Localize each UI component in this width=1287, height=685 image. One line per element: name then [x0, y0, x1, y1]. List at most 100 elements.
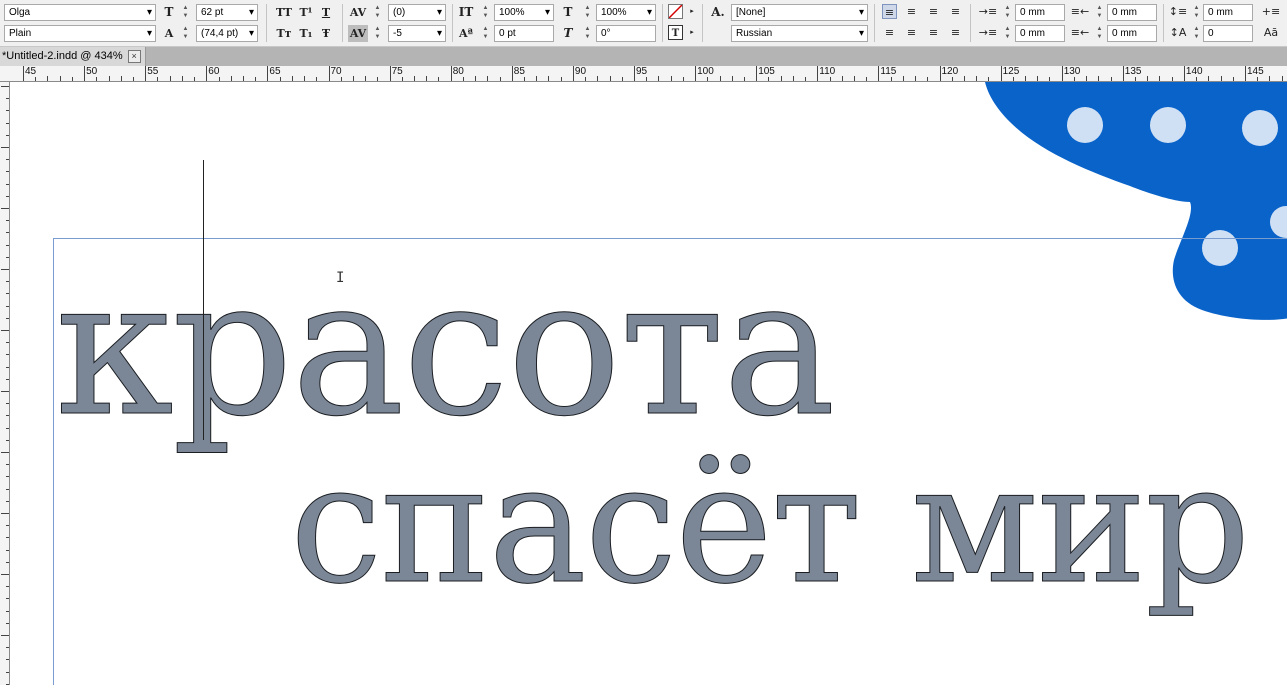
justify-left-icon[interactable]: ≡ [882, 25, 897, 40]
separator [702, 4, 703, 42]
close-icon[interactable]: × [127, 50, 141, 63]
drop-cap-spinner[interactable]: ▲ ▼ [1192, 25, 1201, 42]
headline-line-2[interactable]: спасёт мир [289, 436, 1250, 612]
horizontal-scale-spinner[interactable]: ▲ ▼ [583, 4, 592, 21]
vertical-ruler[interactable] [0, 82, 10, 685]
ruler-minor-tick [499, 77, 501, 81]
leading-spinner[interactable]: ▲ ▼ [181, 25, 190, 42]
ruler-minor-tick [768, 77, 770, 81]
document-canvas[interactable]: красота спасёт мир I [10, 82, 1287, 685]
font-family-dropdown[interactable]: Olga [4, 4, 156, 21]
ruler-minor-tick [1159, 76, 1161, 81]
stroke-menu-arrow-icon[interactable]: ▸ [687, 25, 697, 40]
ruler-minor-tick [536, 76, 538, 81]
justify-icon[interactable]: ≡ [948, 4, 963, 19]
language-dropdown[interactable]: Russian [731, 25, 868, 42]
paragraph-spacing-icon[interactable]: +≡ [1260, 4, 1282, 19]
right-indent-spinner[interactable]: ▲ ▼ [1095, 4, 1104, 21]
ruler-major-tick [1122, 66, 1124, 81]
align-left-icon[interactable]: ≡ [882, 4, 897, 19]
ruler-minor-tick [1220, 76, 1222, 81]
ruler-label: 140 [1185, 66, 1203, 77]
skew-spinner[interactable]: ▲ ▼ [583, 25, 592, 42]
ruler-minor-tick [1012, 77, 1014, 81]
ruler-minor-tick [658, 76, 660, 81]
all-caps-button[interactable]: TT [274, 4, 294, 21]
align-center-icon[interactable]: ≡ [904, 4, 919, 19]
tracking-spinner[interactable]: ▲ ▼ [373, 25, 382, 42]
kerning-field[interactable]: (0) [388, 4, 446, 21]
superscript-button[interactable]: T¹ [297, 4, 315, 21]
space-before-icon: ↕≡ [1168, 5, 1188, 18]
character-style-dropdown[interactable]: [None] [731, 4, 868, 21]
baseline-shift-spinner[interactable]: ▲ ▼ [481, 25, 490, 42]
horizontal-scale-field[interactable]: 100% [596, 4, 656, 21]
small-caps-button[interactable]: Tт [274, 25, 294, 42]
ruler-minor-tick [59, 76, 61, 81]
justify-right-icon[interactable]: ≡ [926, 25, 941, 40]
ruler-minor-tick [1073, 77, 1075, 81]
justify-all-icon[interactable]: ≡ [948, 25, 963, 40]
ruler-major-tick [756, 66, 758, 81]
underline-button[interactable]: T [318, 4, 334, 21]
tracking-field[interactable]: -5 [388, 25, 446, 42]
ruler-minor-tick [304, 76, 306, 81]
last-line-indent-spinner[interactable]: ▲ ▼ [1095, 25, 1104, 42]
font-style-dropdown[interactable]: Plain [4, 25, 156, 42]
leading-icon: A [164, 27, 174, 40]
ruler-major-tick [1183, 66, 1185, 81]
justify-center-icon[interactable]: ≡ [904, 25, 919, 40]
ruler-minor-tick [646, 77, 648, 81]
tracking-icon: AV [348, 25, 368, 42]
headline-line-1[interactable]: красота [55, 247, 837, 448]
horizontal-ruler[interactable]: 45 50 55 60 65 70 75 80 85 90 95 100 105 110 115 120 125… [0, 66, 1287, 82]
strikethrough-button[interactable]: Ŧ [318, 25, 334, 42]
ruler-minor-tick [792, 76, 794, 81]
last-line-indent-field[interactable]: 0 mm [1107, 25, 1157, 42]
ruler-minor-tick [1, 635, 9, 636]
ruler-label: 125 [1002, 66, 1020, 77]
ruler-minor-tick [707, 77, 709, 81]
skew-field[interactable]: 0° [596, 25, 656, 42]
stroke-text-icon[interactable]: T [668, 25, 683, 40]
ruler-minor-tick [1, 208, 9, 209]
ruler-major-tick [511, 66, 513, 81]
ruler-minor-tick [352, 76, 354, 81]
ruler-minor-tick [976, 76, 978, 81]
kerning-spinner[interactable]: ▲ ▼ [373, 4, 382, 21]
left-indent-spinner[interactable]: ▲ ▼ [1003, 4, 1012, 21]
ruler-minor-tick [475, 76, 477, 81]
first-line-indent-spinner[interactable]: ▲ ▼ [1003, 25, 1012, 42]
ruler-minor-tick [71, 77, 73, 81]
ruler-label: 120 [941, 66, 959, 77]
ruler-minor-tick [963, 76, 965, 81]
space-before-spinner[interactable]: ▲ ▼ [1192, 4, 1201, 21]
font-size-field[interactable]: 62 pt [196, 4, 258, 21]
leading-field[interactable]: (74,4 pt) [196, 25, 258, 42]
ruler-minor-tick [401, 77, 403, 81]
ruler-major-tick [878, 66, 880, 81]
document-tab[interactable]: *Untitled-2.indd @ 434% × [0, 47, 146, 66]
ruler-minor-tick [621, 77, 623, 81]
ruler-minor-tick [1257, 77, 1259, 81]
first-line-indent-field[interactable]: 0 mm [1015, 25, 1065, 42]
drop-cap-lines-field[interactable]: 0 [1203, 25, 1253, 42]
align-right-icon[interactable]: ≡ [926, 4, 941, 19]
ruler-minor-tick [524, 77, 526, 81]
right-indent-field[interactable]: 0 mm [1107, 4, 1157, 21]
subscript-button[interactable]: T₁ [297, 25, 315, 42]
space-before-field[interactable]: 0 mm [1203, 4, 1253, 21]
ruler-label: 105 [758, 66, 775, 77]
ruler-minor-tick [242, 76, 244, 81]
fill-menu-arrow-icon[interactable]: ▸ [687, 4, 697, 19]
font-size-spinner[interactable]: ▲ ▼ [181, 4, 190, 21]
ruler-minor-tick [169, 76, 171, 81]
fill-none-icon[interactable] [668, 4, 683, 19]
horizontal-scale-icon: T [563, 5, 573, 19]
drop-cap-chars-icon[interactable]: Aā [1260, 25, 1282, 40]
left-indent-field[interactable]: 0 mm [1015, 4, 1065, 21]
vertical-scale-spinner[interactable]: ▲ ▼ [481, 4, 490, 21]
ruler-minor-tick [1, 147, 9, 148]
baseline-shift-field[interactable]: 0 pt [494, 25, 554, 42]
vertical-scale-field[interactable]: 100% [494, 4, 554, 21]
